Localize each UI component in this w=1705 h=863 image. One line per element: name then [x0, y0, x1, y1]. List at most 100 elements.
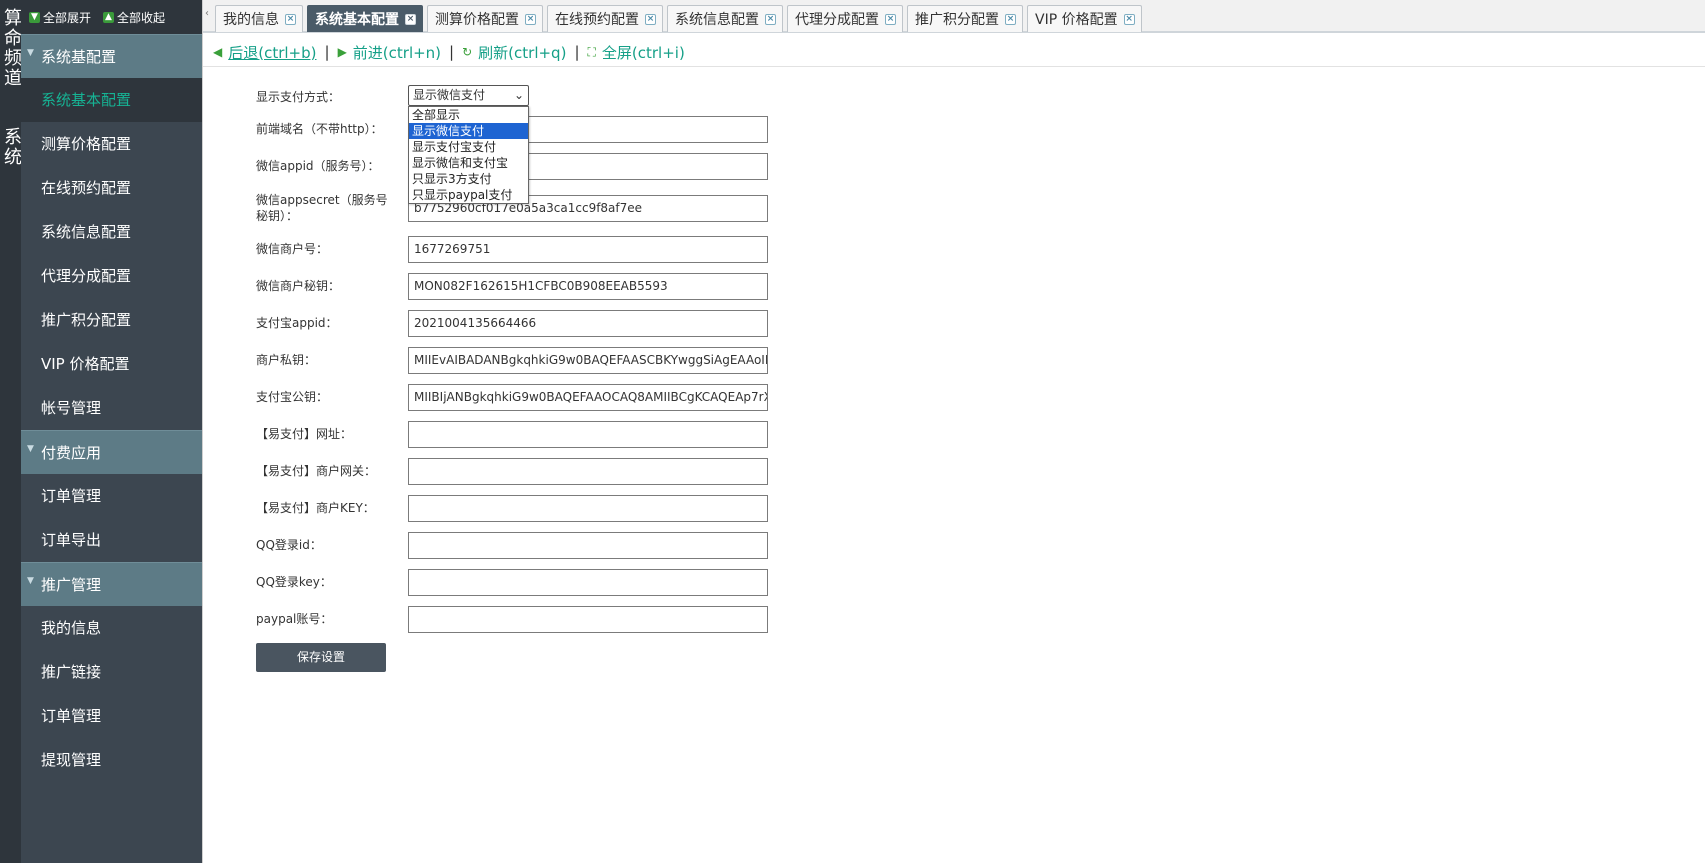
system-title-vertical[interactable]: 系统 — [0, 127, 22, 167]
field-label: QQ登录key： — [256, 575, 332, 589]
forward-label: 前进(ctrl+n) — [352, 43, 442, 62]
close-icon[interactable]: × — [1123, 13, 1135, 25]
scroll-left-icon[interactable]: ‹ — [205, 8, 209, 19]
form-row-epay-url: 【易支付】网址： — [256, 421, 856, 448]
qq-login-id-input[interactable] — [408, 532, 768, 559]
arrow-left-icon: ◀ — [213, 45, 223, 59]
field-label: 【易支付】商户KEY： — [256, 501, 375, 515]
form-row-wechat-appid: 微信appid（服务号）： 2 — [256, 153, 856, 180]
back-button[interactable]: ◀ 后退(ctrl+b) — [213, 42, 317, 63]
tab-booking-config[interactable]: 在线预约配置 × — [547, 5, 663, 32]
epay-key-input[interactable] — [408, 495, 768, 522]
qq-login-key-input[interactable] — [408, 569, 768, 596]
close-icon[interactable]: × — [885, 13, 896, 25]
chevron-down-icon: ⌄ — [513, 88, 524, 102]
alipay-appid-input[interactable]: 2021004135664466 — [408, 310, 768, 337]
payment-option[interactable]: 显示支付宝支付 — [409, 139, 528, 155]
expand-all-label: 全部展开 — [43, 10, 92, 25]
tab-label: VIP 价格配置 — [1035, 12, 1118, 28]
form-row-private-key: 商户私钥： MIIEvAIBADANBgkqhkiG9w0BAQEFAASCBK… — [256, 347, 856, 374]
sidebar-item-my-info[interactable]: 我的信息 — [21, 606, 202, 650]
form-row-qq-id: QQ登录id： — [256, 532, 856, 559]
payment-option[interactable]: 只显示paypal支付 — [409, 187, 528, 203]
caret-down-icon: ▼ — [27, 48, 34, 58]
close-icon[interactable]: × — [405, 13, 416, 25]
field-label: 【易支付】商户网关： — [256, 464, 377, 478]
expand-icon: ▼ — [29, 11, 40, 23]
tab-bar: ‹ 我的信息 × 系统基本配置 × 测算价格配置 × 在线预约配置 × 系统信息配置 × … — [203, 0, 1705, 33]
payment-method-label: 显示支付方式： — [256, 90, 341, 104]
fullscreen-icon: ⛶ — [587, 44, 596, 59]
expand-all-button[interactable]: ▼ 全部展开 — [29, 9, 91, 26]
form-row-alipay-appid: 支付宝appid： 2021004135664466 — [256, 310, 856, 337]
sidebar-item-promo-link[interactable]: 推广链接 — [21, 650, 202, 694]
sidebar-item-points-config[interactable]: 推广积分配置 — [21, 298, 202, 342]
close-icon[interactable]: × — [525, 13, 536, 25]
tab-vip-config[interactable]: VIP 价格配置 × — [1027, 5, 1142, 32]
arrow-right-icon: ▶ — [337, 45, 347, 59]
sidebar-group-promotion[interactable]: ▼ 推广管理 — [21, 562, 202, 606]
close-icon[interactable]: × — [765, 13, 776, 25]
sidebar-item-booking-config[interactable]: 在线预约配置 — [21, 166, 202, 210]
epay-url-input[interactable] — [408, 421, 768, 448]
fullscreen-button[interactable]: ⛶ 全屏(ctrl+i) — [588, 42, 685, 63]
tab-my-info[interactable]: 我的信息 × — [215, 5, 303, 32]
tab-points-config[interactable]: 推广积分配置 × — [907, 5, 1023, 32]
tab-basic-config[interactable]: 系统基本配置 × — [307, 5, 423, 32]
main-panel: ‹ 我的信息 × 系统基本配置 × 测算价格配置 × 在线预约配置 × 系统信息配置 × … — [202, 0, 1705, 863]
tab-label: 代理分成配置 — [795, 12, 879, 28]
back-label: 后退(ctrl+b) — [228, 43, 317, 62]
tab-agent-config[interactable]: 代理分成配置 × — [787, 5, 903, 32]
sidebar-item-agent-config[interactable]: 代理分成配置 — [21, 254, 202, 298]
collapse-icon: ▲ — [103, 11, 115, 23]
close-icon[interactable]: × — [285, 13, 296, 25]
sidebar-item-vip-config[interactable]: VIP 价格配置 — [21, 342, 202, 386]
payment-option[interactable]: 只显示3方支付 — [409, 171, 528, 187]
collapse-all-button[interactable]: ▲ 全部收起 — [103, 9, 165, 26]
toolbar-separator: | — [449, 43, 455, 61]
sidebar-group-paid-apps[interactable]: ▼ 付费应用 — [21, 430, 202, 474]
sidebar-item-withdraw[interactable]: 提现管理 — [21, 738, 202, 782]
tab-label: 我的信息 — [223, 12, 279, 28]
tab-price-config[interactable]: 测算价格配置 × — [427, 5, 543, 32]
group-title: 付费应用 — [41, 444, 102, 462]
epay-gateway-input[interactable] — [408, 458, 768, 485]
paypal-account-input[interactable] — [408, 606, 768, 633]
save-settings-button[interactable]: 保存设置 — [256, 643, 386, 672]
fullscreen-label: 全屏(ctrl+i) — [601, 43, 685, 62]
field-label: 支付宝appid： — [256, 316, 338, 330]
payment-selected-value: 显示微信支付 — [413, 88, 486, 102]
sidebar-item-info-config[interactable]: 系统信息配置 — [21, 210, 202, 254]
field-label: 前端域名（不带http）： — [256, 122, 383, 136]
sidebar-item-account[interactable]: 帐号管理 — [21, 386, 202, 430]
sidebar-item-promo-orders[interactable]: 订单管理 — [21, 694, 202, 738]
sidebar-item-orders[interactable]: 订单管理 — [21, 474, 202, 518]
payment-option[interactable]: 显示微信和支付宝 — [409, 155, 528, 171]
field-label: 商户私钥： — [256, 353, 317, 367]
close-icon[interactable]: × — [1005, 13, 1016, 25]
refresh-button[interactable]: ↻ 刷新(ctrl+q) — [462, 42, 566, 63]
merchant-id-input[interactable]: 1677269751 — [408, 236, 768, 263]
group-title: 推广管理 — [41, 576, 102, 594]
sidebar-item-order-export[interactable]: 订单导出 — [21, 518, 202, 562]
payment-method-select[interactable]: 显示微信支付 ⌄ — [408, 85, 529, 106]
alipay-public-key-input[interactable]: MIIBIjANBgkqhkiG9w0BAQEFAAOCAQ8AMIIBCgKC… — [408, 384, 768, 411]
tab-info-config[interactable]: 系统信息配置 × — [667, 5, 783, 32]
payment-option-selected[interactable]: 显示微信支付 — [409, 123, 528, 139]
form-row-wechat-appsecret: 微信appsecret（服务号秘钥）： b7752960cf017e0a5a3c… — [256, 193, 856, 223]
channel-title-vertical[interactable]: 算命频道 — [0, 8, 22, 88]
form-row-paypal: paypal账号： — [256, 606, 856, 633]
merchant-key-input[interactable]: MON082F162615H1CFBC0B908EEAB5593 — [408, 273, 768, 300]
sidebar-item-price-config[interactable]: 测算价格配置 — [21, 122, 202, 166]
form-row-epay-gateway: 【易支付】商户网关： — [256, 458, 856, 485]
sidebar-topbar: ▼ 全部展开 ▲ 全部收起 — [21, 0, 202, 34]
field-label: QQ登录id： — [256, 538, 322, 552]
sidebar-group-system-config[interactable]: ▼ 系统基配置 — [21, 34, 202, 78]
tab-label: 测算价格配置 — [435, 12, 519, 28]
payment-option[interactable]: 全部显示 — [409, 107, 528, 123]
close-icon[interactable]: × — [645, 13, 656, 25]
private-key-input[interactable]: MIIEvAIBADANBgkqhkiG9w0BAQEFAASCBKYwggSi… — [408, 347, 768, 374]
tab-label: 系统基本配置 — [315, 12, 399, 28]
forward-button[interactable]: ▶ 前进(ctrl+n) — [338, 42, 441, 63]
sidebar-item-basic-config[interactable]: 系统基本配置 — [21, 78, 202, 122]
